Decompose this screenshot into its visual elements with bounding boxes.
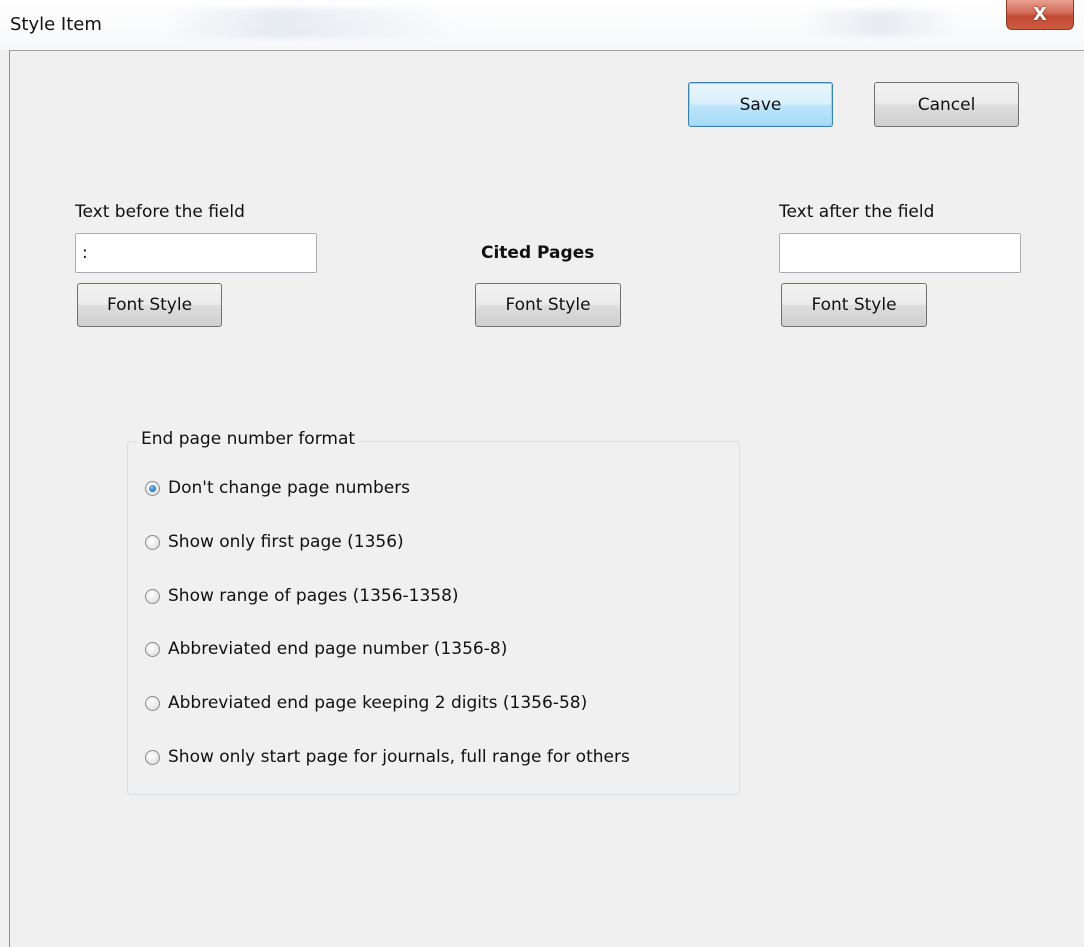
radio-option-label: Abbreviated end page number (1356-8) [168,639,508,659]
after-font-style-button[interactable]: Font Style [781,283,927,327]
text-after-input[interactable] [779,233,1021,273]
text-before-input[interactable] [75,233,317,273]
end-page-format-legend: End page number format [137,429,360,449]
before-font-style-button[interactable]: Font Style [77,283,222,327]
text-after-label: Text after the field [779,202,935,222]
window-title: Style Item [10,14,102,35]
radio-option[interactable]: Don't change page numbers [145,475,410,501]
title-bar: Style Item X [0,0,1084,50]
radio-option[interactable]: Show only start page for journals, full … [145,744,630,770]
radio-option[interactable]: Show range of pages (1356-1358) [145,583,459,609]
titlebar-blur-decoration [160,8,460,38]
radio-option[interactable]: Abbreviated end page keeping 2 digits (1… [145,690,587,716]
text-before-label: Text before the field [75,202,245,222]
radio-option-label: Show range of pages (1356-1358) [168,586,459,606]
radio-button[interactable] [145,749,160,765]
close-button[interactable]: X [1006,0,1074,30]
radio-button[interactable] [145,641,160,657]
radio-option-label: Show only first page (1356) [168,532,404,552]
radio-button[interactable] [145,480,160,496]
titlebar-blur-decoration-2 [800,10,960,36]
style-item-dialog: Style Item X Save Cancel Text before the… [0,0,1084,947]
radio-button[interactable] [145,534,160,550]
radio-button[interactable] [145,695,160,711]
close-icon: X [1033,4,1047,25]
radio-option[interactable]: Abbreviated end page number (1356-8) [145,636,507,662]
save-button[interactable]: Save [688,82,833,127]
cancel-button[interactable]: Cancel [874,82,1019,127]
radio-option-label: Abbreviated end page keeping 2 digits (1… [168,693,588,713]
radio-option[interactable]: Show only first page (1356) [145,529,404,555]
field-font-style-button[interactable]: Font Style [475,283,621,327]
radio-option-label: Show only start page for journals, full … [168,747,630,767]
radio-button[interactable] [145,588,160,604]
radio-option-label: Don't change page numbers [168,478,411,498]
field-name-label: Cited Pages [481,243,595,263]
